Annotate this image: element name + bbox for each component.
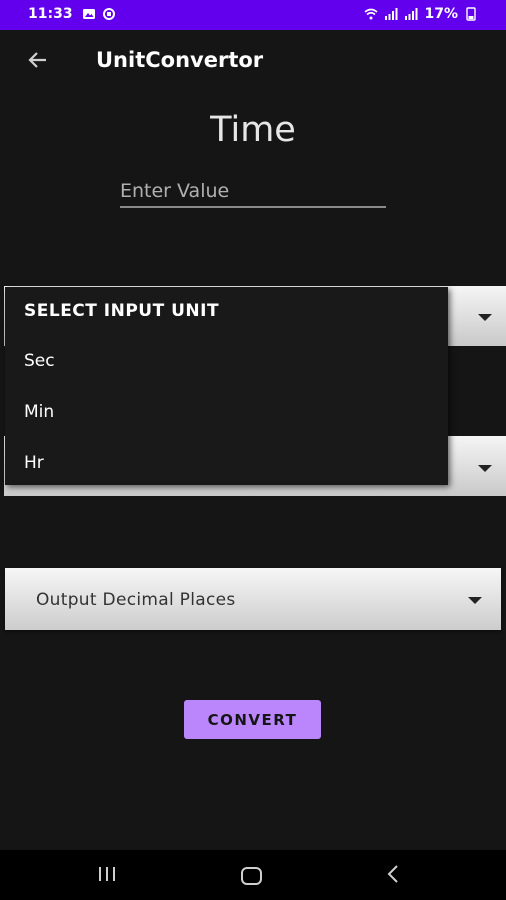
dropdown-header[interactable]: SELECT INPUT UNIT bbox=[24, 301, 219, 321]
recents-icon[interactable] bbox=[99, 867, 120, 886]
app-title: UnitConvertor bbox=[96, 48, 264, 72]
input-unit-dropdown-menu: SELECT INPUT UNIT Sec Min Hr bbox=[5, 287, 448, 485]
dropdown-option-sec[interactable]: Sec bbox=[24, 351, 55, 371]
battery-percent: 17% bbox=[424, 6, 458, 22]
status-icons-left bbox=[82, 7, 116, 21]
chevron-down-icon bbox=[478, 314, 492, 321]
page-title: Time bbox=[210, 110, 296, 150]
status-time: 11:33 bbox=[28, 6, 73, 22]
signal-lte1-icon bbox=[385, 8, 398, 20]
status-icons-right: 17% bbox=[364, 6, 478, 22]
sync-icon bbox=[103, 8, 115, 20]
back-icon[interactable] bbox=[384, 864, 402, 884]
back-arrow-icon[interactable] bbox=[24, 46, 52, 74]
system-nav-bar bbox=[0, 850, 506, 900]
decimal-places-label: Output Decimal Places bbox=[36, 590, 236, 610]
dropdown-option-min[interactable]: Min bbox=[24, 402, 54, 422]
wifi-icon bbox=[364, 8, 378, 20]
signal-lte2-icon bbox=[405, 8, 418, 20]
convert-button[interactable]: CONVERT bbox=[184, 700, 321, 739]
status-bar: 11:33 17% bbox=[0, 0, 506, 30]
gallery-icon bbox=[83, 9, 95, 19]
battery-icon bbox=[466, 7, 476, 21]
chevron-down-icon bbox=[478, 465, 492, 472]
chevron-down-icon bbox=[468, 597, 482, 604]
app-bar: UnitConvertor bbox=[0, 30, 506, 90]
dropdown-option-hr[interactable]: Hr bbox=[24, 453, 44, 473]
value-input[interactable] bbox=[120, 176, 386, 208]
home-icon[interactable] bbox=[241, 867, 262, 885]
decimal-places-spinner[interactable]: Output Decimal Places bbox=[5, 568, 501, 630]
